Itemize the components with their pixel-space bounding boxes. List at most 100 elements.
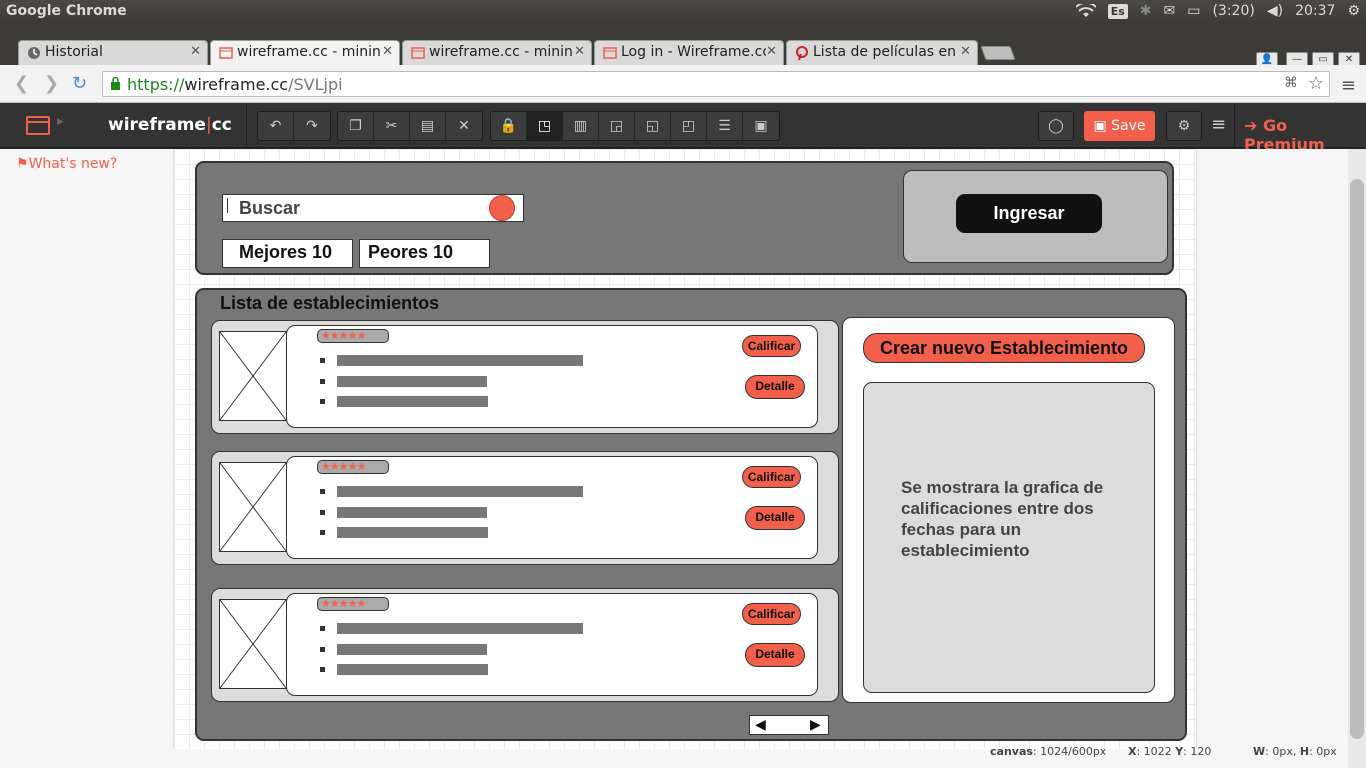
scrollbar-thumb[interactable] (1350, 179, 1364, 739)
paste-icon[interactable]: ▤ (410, 112, 446, 140)
send-backward-icon[interactable]: ◱ (635, 112, 671, 140)
pagination: ◀ ▶ (749, 715, 829, 735)
establishment-card[interactable]: ★★★★★ Calificar Detalle (211, 588, 839, 702)
group-icon[interactable]: ▣ (743, 112, 779, 140)
chrome-menu-icon[interactable]: ≡ (1341, 75, 1356, 96)
bluetooth-icon[interactable]: ✱ (1140, 3, 1152, 19)
header-panel[interactable]: Buscar Mejores 10 Peores 10 Ingresar (195, 161, 1174, 275)
cut-icon[interactable]: ✂ (374, 112, 410, 140)
address-bar[interactable]: https://wireframe.cc/SVLjpi (102, 71, 1330, 97)
bring-to-front-icon[interactable]: ◳ (527, 112, 563, 140)
clock[interactable]: 20:37 (1295, 3, 1335, 19)
lock-element-icon[interactable]: 🔒 (491, 112, 527, 140)
tab-wireframe-active[interactable]: wireframe.cc - minin ✕ (210, 40, 400, 66)
vertical-scrollbar[interactable] (1348, 149, 1366, 768)
system-tray: Es ✱ ✉ ▭ (3:20) ◀) 20:37 ⚙ (1075, 3, 1360, 19)
bullet-icon (320, 399, 325, 404)
wireframe-canvas[interactable]: Buscar Mejores 10 Peores 10 Ingresar Lis… (173, 149, 1197, 749)
stack-icon[interactable]: ▥ (563, 112, 599, 140)
detail-button[interactable]: Detalle (745, 506, 805, 530)
establishment-card[interactable]: ★★★★★ Calificar Detalle (211, 451, 839, 565)
tab-label: wireframe.cc - minin (429, 44, 573, 60)
close-tab-icon[interactable]: ✕ (190, 44, 201, 59)
forward-icon[interactable]: ❯ (44, 73, 59, 94)
caret-right-icon[interactable]: ▶ (57, 117, 64, 127)
save-button[interactable]: ▣ Save (1084, 111, 1155, 141)
star-rating: ★★★★★ (317, 597, 389, 611)
url-scheme: https:// (127, 75, 185, 94)
browser-tabstrip: Historial ✕ wireframe.cc - minin ✕ wiref… (0, 24, 1366, 68)
wireframe-tab-icon (219, 47, 233, 59)
rate-button[interactable]: Calificar (742, 603, 801, 625)
send-to-back-icon[interactable]: ◰ (671, 112, 707, 140)
lock-icon (111, 77, 120, 90)
tab-login[interactable]: Log in - Wireframe.cc ✕ (594, 40, 784, 65)
detail-button[interactable]: Detalle (745, 375, 805, 399)
align-icon[interactable]: ☰ (707, 112, 743, 140)
search-placeholder: Buscar (239, 198, 301, 218)
rate-button[interactable]: Calificar (742, 335, 801, 357)
create-establishment-button[interactable]: Crear nuevo Establecimiento (863, 333, 1145, 363)
text-line-placeholder (337, 396, 488, 407)
selection-size-readout: W: 0px, H: 0px (1253, 745, 1337, 758)
reload-icon[interactable]: ↻ (72, 73, 87, 94)
search-button-icon[interactable] (489, 195, 515, 221)
settings-icon[interactable]: ⚙ (1166, 111, 1202, 141)
whats-new-link[interactable]: ⚑What's new? (16, 156, 117, 172)
keyboard-layout-indicator[interactable]: Es (1107, 3, 1128, 19)
close-tab-icon[interactable]: ✕ (382, 44, 393, 59)
best-10-button[interactable]: Mejores 10 (222, 239, 353, 268)
ratings-graph-placeholder: Se mostrara la grafica de calificaciones… (863, 382, 1155, 693)
establishment-card[interactable]: ★★★★★ Calificar Detalle (211, 320, 839, 434)
worst-10-button[interactable]: Peores 10 (359, 239, 490, 268)
y-value: : 120 (1183, 745, 1212, 758)
workspace: ⚑What's new? Buscar Mejores 10 Peores 10… (0, 149, 1348, 768)
wireframe-tab-icon (411, 47, 425, 59)
login-button[interactable]: Ingresar (956, 194, 1102, 233)
app-window-icon[interactable] (26, 116, 50, 135)
volume-icon[interactable]: ◀) (1267, 3, 1283, 19)
h-label: H (1299, 745, 1310, 758)
whats-new-label: What's new? (28, 156, 118, 172)
delete-icon[interactable]: ✕ (446, 112, 482, 140)
hamburger-menu-icon[interactable]: ≡ (1211, 114, 1226, 135)
bring-forward-icon[interactable]: ◲ (599, 112, 635, 140)
bullet-icon (320, 358, 325, 363)
detail-button[interactable]: Detalle (745, 643, 805, 667)
undo-icon[interactable]: ↶ (258, 112, 294, 140)
text-line-placeholder (337, 527, 488, 538)
battery-icon[interactable]: ▭ (1187, 3, 1200, 19)
graph-description: Se mostrara la grafica de calificaciones… (901, 478, 1104, 560)
rate-button[interactable]: Calificar (742, 466, 801, 488)
card-content: ★★★★★ Calificar Detalle (286, 325, 818, 428)
wifi-icon[interactable] (1075, 4, 1096, 18)
bullet-icon (320, 489, 325, 494)
close-tab-icon[interactable]: ✕ (574, 44, 585, 59)
brand-text: wireframe (108, 115, 206, 135)
comment-icon[interactable]: ◯ (1038, 111, 1074, 141)
close-tab-icon[interactable]: ✕ (766, 44, 777, 59)
tab-historial[interactable]: Historial ✕ (18, 40, 208, 65)
text-line-placeholder (337, 623, 583, 634)
close-tab-icon[interactable]: ✕ (960, 44, 971, 59)
bullet-icon (320, 626, 325, 631)
settings-gear-icon[interactable]: ⚙ (1347, 3, 1360, 19)
y-label: Y (1175, 745, 1184, 758)
app-toolbar: ▶ wireframe|cc ↶ ↷ ❐ ✂ ▤ ✕ 🔒 ◳ ▥ ◲ ◱ ◰ ☰… (0, 103, 1366, 154)
text-line-placeholder (337, 664, 488, 675)
translate-icon[interactable]: ⌘ (1284, 75, 1298, 91)
next-page-icon[interactable]: ▶ (810, 717, 821, 733)
new-tab-button[interactable] (980, 46, 1016, 60)
redo-icon[interactable]: ↷ (294, 112, 330, 140)
back-icon[interactable]: ❮ (14, 73, 29, 94)
mail-icon[interactable]: ✉ (1164, 3, 1176, 19)
copy-icon[interactable]: ❐ (338, 112, 374, 140)
tab-peliculas[interactable]: Lista de películas en ✕ (786, 40, 978, 65)
search-input[interactable]: Buscar (222, 194, 524, 222)
wireframe-tab-icon (603, 47, 617, 59)
bookmark-star-icon[interactable]: ☆ (1308, 73, 1324, 94)
tab-wireframe-2[interactable]: wireframe.cc - minin ✕ (402, 40, 592, 65)
flag-icon: ⚑ (16, 156, 29, 172)
prev-page-icon[interactable]: ◀ (755, 717, 766, 733)
text-line-placeholder (337, 507, 487, 518)
